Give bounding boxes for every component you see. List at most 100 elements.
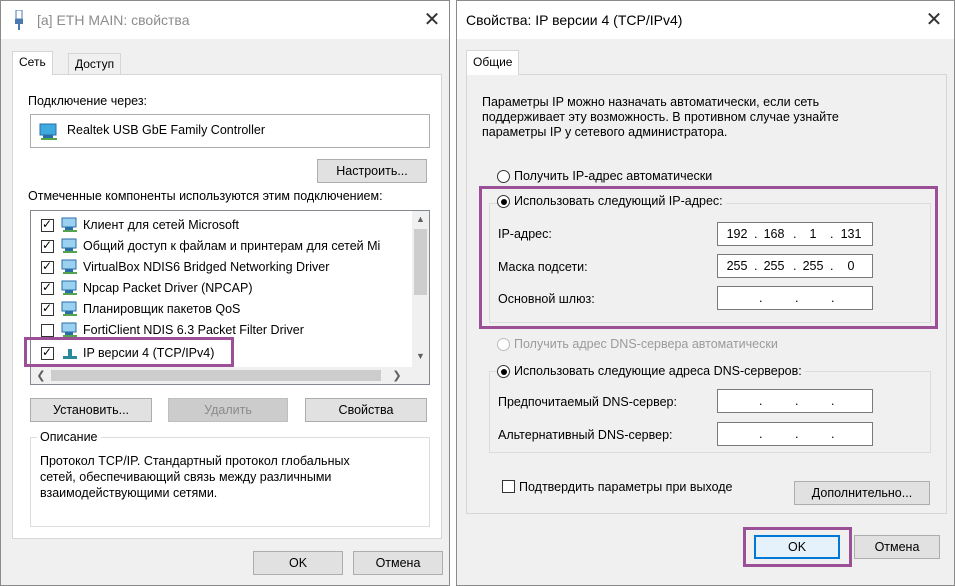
close-icon[interactable]: ✕ (417, 7, 447, 33)
network-client-icon (61, 217, 79, 233)
octet-separator: . (754, 259, 758, 273)
network-protocol-icon (61, 280, 79, 296)
alternate-dns-input[interactable]: . . . (717, 422, 873, 446)
octet: 131 (840, 227, 862, 241)
intro-line: Параметры IP можно назначать автоматичес… (482, 95, 820, 109)
manual-dns-radio[interactable] (497, 365, 510, 378)
components-list[interactable]: Клиент для сетей Microsoft Общий доступ … (30, 210, 430, 385)
list-item[interactable]: VirtualBox NDIS6 Bridged Networking Driv… (31, 257, 411, 278)
component-label: Планировщик пакетов QoS (83, 302, 241, 316)
octet-separator: . (793, 227, 797, 241)
network-protocol-icon (61, 345, 79, 361)
ip-address-label: IP-адрес: (498, 227, 552, 241)
manual-ip-label: Использовать следующий IP-адрес: (511, 194, 726, 208)
preferred-dns-label: Предпочитаемый DNS-сервер: (498, 395, 677, 409)
scroll-right-icon[interactable]: ❯ (391, 369, 403, 382)
octet: 0 (847, 259, 855, 273)
list-item-ipv4[interactable]: IP версии 4 (TCP/IPv4) (31, 343, 411, 364)
octet-separator: . (831, 291, 835, 305)
component-checkbox[interactable] (41, 217, 54, 232)
right-ok-button[interactable]: OK (754, 535, 840, 559)
list-item[interactable]: Планировщик пакетов QoS (31, 299, 411, 320)
subnet-mask-label: Маска подсети: (498, 260, 588, 274)
component-checkbox[interactable] (41, 301, 54, 316)
description-line: сетей, обеспечивающий связь между различ… (40, 470, 332, 484)
component-label: Общий доступ к файлам и принтерам для се… (83, 239, 381, 253)
left-cancel-button[interactable]: Отмена (353, 551, 443, 575)
components-label: Отмеченные компоненты используются этим … (28, 189, 383, 203)
close-icon[interactable]: ✕ (919, 7, 949, 33)
validate-checkbox[interactable] (502, 480, 515, 493)
scroll-down-icon[interactable]: ▼ (412, 351, 429, 361)
description-line: Протокол TCP/IP. Стандартный протокол гл… (40, 454, 350, 468)
octet-separator: . (759, 394, 763, 408)
configure-button[interactable]: Настроить... (317, 159, 427, 183)
octet: 1 (809, 227, 817, 241)
intro-line: поддерживает эту возможность. В противно… (482, 110, 839, 124)
list-item[interactable]: FortiClient NDIS 6.3 Packet Filter Drive… (31, 320, 411, 341)
network-adapter-icon (13, 9, 25, 33)
octet-separator: . (793, 259, 797, 273)
list-item[interactable]: Клиент для сетей Microsoft (31, 215, 411, 236)
ip-address-input[interactable]: 192 . 168 . 1 . 131 (717, 222, 873, 246)
octet-separator: . (795, 427, 799, 441)
description-title: Описание (37, 430, 101, 444)
validate-label: Подтвердить параметры при выходе (519, 480, 733, 494)
intro-line: параметры IP у сетевого администратора. (482, 125, 728, 139)
octet-separator: . (830, 227, 834, 241)
gateway-label: Основной шлюз: (498, 292, 595, 306)
octet-separator: . (795, 394, 799, 408)
octet: 255 (802, 259, 824, 273)
network-service-icon (61, 238, 79, 254)
advanced-button[interactable]: Дополнительно... (794, 481, 930, 505)
auto-ip-radio[interactable] (497, 170, 510, 183)
tab-sharing[interactable]: Доступ (68, 53, 122, 74)
tab-network[interactable]: Сеть (12, 51, 53, 75)
octet: 168 (763, 227, 785, 241)
connection-properties-window: [a] ETH MAIN: свойства ✕ Сеть Доступ Под… (0, 0, 450, 586)
manual-dns-label: Использовать следующие адреса DNS-сервер… (511, 364, 805, 378)
component-checkbox[interactable] (41, 259, 54, 274)
scroll-up-icon[interactable]: ▲ (412, 214, 429, 224)
vertical-scrollbar[interactable]: ▲ ▼ (412, 211, 429, 367)
network-protocol-icon (61, 322, 79, 338)
right-window-title: Свойства: IP версии 4 (TCP/IPv4) (466, 12, 683, 28)
component-checkbox[interactable] (41, 280, 54, 295)
tab-general[interactable]: Общие (466, 50, 520, 75)
octet-separator: . (759, 427, 763, 441)
component-label: Клиент для сетей Microsoft (83, 218, 239, 232)
gateway-input[interactable]: . . . (717, 286, 873, 310)
remove-button: Удалить (168, 398, 288, 422)
octet: 255 (763, 259, 785, 273)
scroll-left-icon[interactable]: ❮ (35, 369, 47, 382)
right-cancel-button[interactable]: Отмена (854, 535, 940, 559)
left-ok-button[interactable]: OK (253, 551, 343, 575)
list-item[interactable]: Общий доступ к файлам и принтерам для се… (31, 236, 411, 257)
properties-button[interactable]: Свойства (305, 398, 427, 422)
left-tab-panel: Подключение через: Realtek USB GbE Famil… (12, 74, 442, 539)
list-item[interactable]: Npcap Packet Driver (NPCAP) (31, 278, 411, 299)
octet-separator: . (795, 291, 799, 305)
octet-separator: . (831, 427, 835, 441)
manual-ip-radio[interactable] (497, 195, 510, 208)
adapter-box: Realtek USB GbE Family Controller (30, 114, 430, 148)
octet: 192 (726, 227, 748, 241)
scrollbar-thumb[interactable] (51, 370, 381, 381)
octet-separator: . (754, 227, 758, 241)
adapter-name: Realtek USB GbE Family Controller (67, 123, 265, 137)
install-button[interactable]: Установить... (30, 398, 152, 422)
description-line: взаимодействующими сетями. (40, 486, 218, 500)
network-service-icon (61, 301, 79, 317)
left-titlebar: [a] ETH MAIN: свойства ✕ (1, 1, 449, 39)
octet-separator: . (831, 394, 835, 408)
adapter-icon (39, 123, 59, 144)
component-checkbox[interactable] (41, 324, 54, 337)
subnet-mask-input[interactable]: 255 . 255 . 255 . 0 (717, 254, 873, 278)
horizontal-scrollbar[interactable]: ❮ ❯ (31, 367, 429, 384)
left-window-title: [a] ETH MAIN: свойства (37, 12, 190, 28)
component-checkbox[interactable] (41, 345, 54, 360)
scrollbar-thumb[interactable] (414, 229, 427, 295)
preferred-dns-input[interactable]: . . . (717, 389, 873, 413)
component-checkbox[interactable] (41, 238, 54, 253)
octet-separator: . (830, 259, 834, 273)
